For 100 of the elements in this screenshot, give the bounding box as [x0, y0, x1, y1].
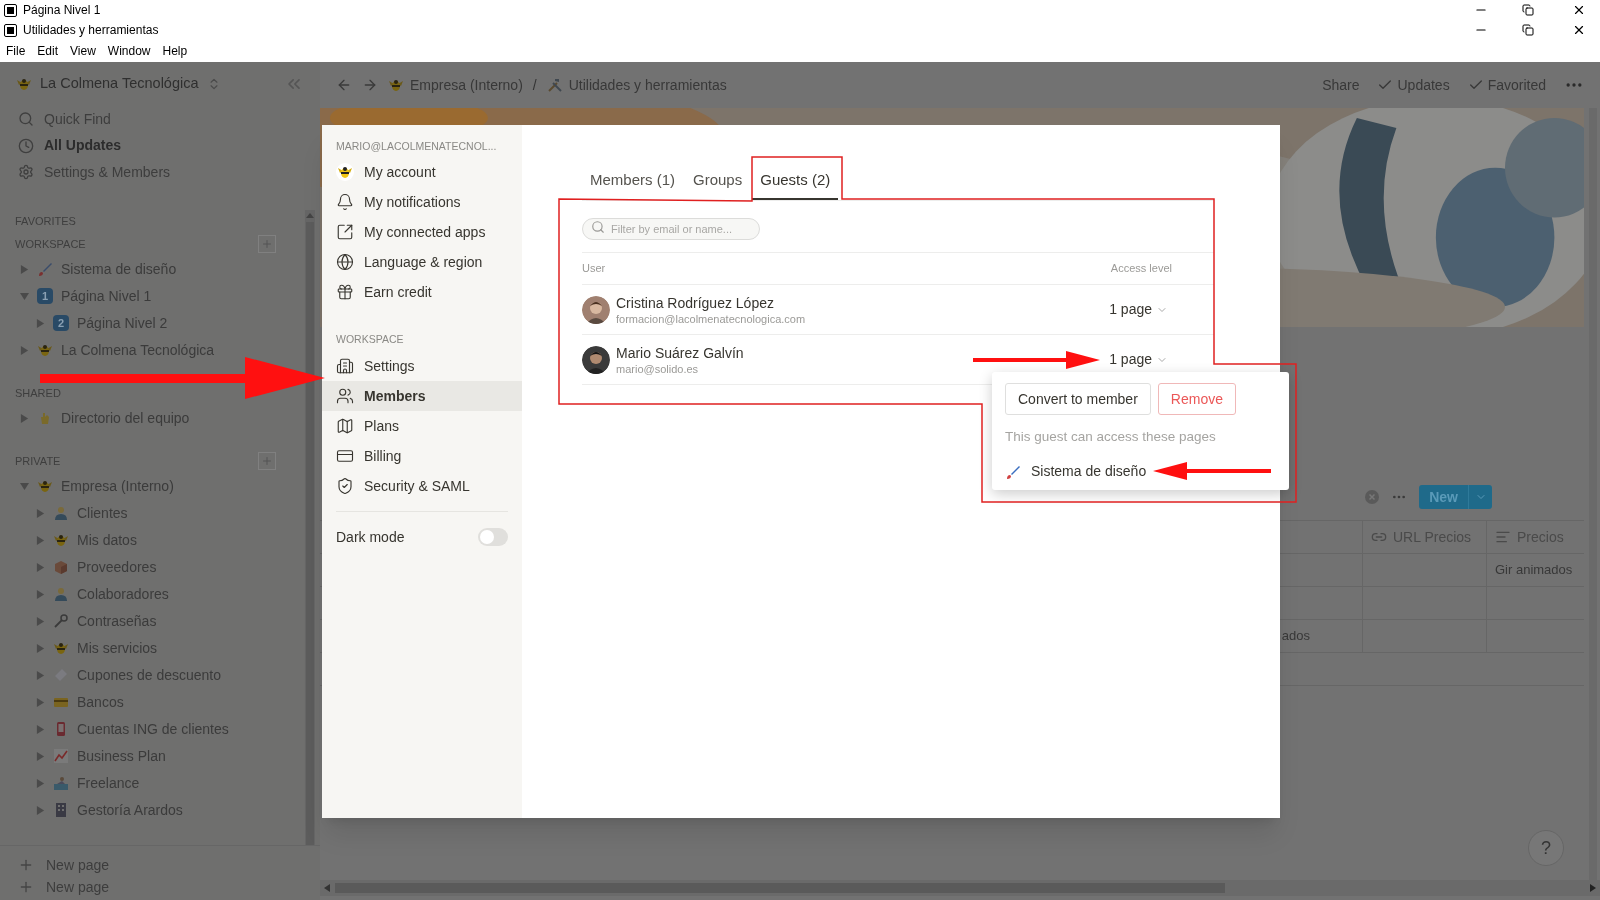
- collapse-icon[interactable]: [20, 481, 29, 491]
- topbar-button[interactable]: Favorited: [1467, 74, 1546, 96]
- menu-item[interactable]: Help: [162, 42, 188, 60]
- menu-item[interactable]: Edit: [37, 42, 59, 60]
- expand-icon[interactable]: [20, 345, 29, 355]
- expand-icon[interactable]: [36, 535, 45, 545]
- sidebar-nav-item[interactable]: All Updates: [0, 132, 320, 159]
- settings-menu-item[interactable]: Settings: [322, 351, 522, 381]
- bee-icon: [53, 532, 69, 548]
- guest-email: formacion@lacolmenatecnologica.com: [616, 311, 806, 326]
- expand-icon[interactable]: [36, 778, 45, 788]
- menu-item[interactable]: File: [6, 42, 26, 60]
- access-hint: This guest can access these pages: [1005, 428, 1217, 446]
- guest-email: mario@solido.es: [616, 361, 699, 376]
- column-header: Access level: [1110, 261, 1172, 277]
- add-page-button[interactable]: [258, 235, 276, 253]
- restore-icon[interactable]: [1522, 4, 1534, 16]
- external-link-icon: [336, 223, 354, 241]
- expand-icon[interactable]: [36, 670, 45, 680]
- settings-menu-item[interactable]: My connected apps: [326, 217, 518, 247]
- expand-icon[interactable]: [36, 616, 45, 626]
- access-level-dropdown[interactable]: 1 page: [1109, 299, 1168, 320]
- breadcrumb-separator: /: [532, 75, 537, 95]
- workspace-name[interactable]: La Colmena Tecnológica: [40, 73, 199, 95]
- scrollbar[interactable]: [305, 209, 315, 845]
- dark-mode-label: Dark mode: [336, 527, 405, 547]
- tab[interactable]: Guests (2): [752, 162, 839, 200]
- expand-icon[interactable]: [36, 589, 45, 599]
- expand-icon[interactable]: [36, 805, 45, 815]
- new-button[interactable]: New: [1419, 485, 1492, 509]
- restore-icon[interactable]: [1522, 24, 1534, 36]
- expand-icon[interactable]: [36, 697, 45, 707]
- topbar-button[interactable]: Share: [1322, 74, 1360, 96]
- settings-menu-item[interactable]: My notifications: [326, 187, 518, 217]
- globe-icon: [336, 253, 354, 271]
- add-page-button[interactable]: [258, 452, 276, 470]
- table-cell-text: ados: [1281, 627, 1310, 646]
- settings-menu-item[interactable]: Members: [322, 381, 522, 411]
- settings-menu-item[interactable]: Earn credit: [326, 277, 518, 307]
- expand-icon[interactable]: [20, 264, 29, 274]
- back-icon[interactable]: [336, 77, 352, 93]
- access-level-dropdown[interactable]: 1 page: [1109, 349, 1168, 370]
- settings-menu-item[interactable]: Plans: [322, 411, 522, 441]
- expand-icon[interactable]: [36, 562, 45, 572]
- expand-icon[interactable]: [36, 643, 45, 653]
- settings-menu-item[interactable]: My account: [326, 157, 518, 187]
- avatar: [582, 295, 610, 324]
- search-icon: [591, 219, 605, 234]
- person-icon: [53, 586, 69, 602]
- expand-icon[interactable]: [36, 751, 45, 761]
- box-icon: [53, 559, 69, 575]
- close-icon[interactable]: [1572, 23, 1586, 37]
- forward-icon[interactable]: [362, 77, 378, 93]
- bee-icon: [37, 342, 53, 358]
- section-label: WORKSPACE: [335, 332, 405, 348]
- page-link[interactable]: Sistema de diseño: [1005, 461, 1276, 483]
- help-button[interactable]: ?: [1528, 830, 1564, 866]
- expand-icon[interactable]: [36, 508, 45, 518]
- menu-item[interactable]: View: [70, 42, 96, 60]
- settings-menu-item[interactable]: Security & SAML: [322, 471, 522, 501]
- tools-icon: [546, 77, 563, 93]
- expand-icon[interactable]: [36, 724, 45, 734]
- collapse-icon[interactable]: [20, 291, 29, 301]
- bee-icon: [336, 163, 354, 181]
- breadcrumb[interactable]: Utilidades y herramientas: [546, 74, 727, 96]
- map-icon: [336, 417, 354, 435]
- expand-icon[interactable]: [36, 318, 45, 328]
- app-icon: [4, 23, 17, 37]
- card-icon: [336, 447, 354, 465]
- clear-icon[interactable]: [1365, 490, 1380, 504]
- menu-item[interactable]: Window: [107, 42, 151, 60]
- tab[interactable]: Members (1): [582, 162, 683, 200]
- guest-name: Mario Suárez Galvín: [616, 343, 744, 362]
- tab[interactable]: Groups: [685, 162, 751, 200]
- horizontal-scrollbar[interactable]: [320, 880, 1600, 896]
- shield-icon: [336, 477, 354, 495]
- scroll-left-icon[interactable]: [324, 884, 331, 892]
- brush-icon: [37, 261, 53, 277]
- brush-icon: [1005, 463, 1021, 480]
- plus-icon: [18, 879, 34, 895]
- scroll-right-icon[interactable]: [1589, 884, 1596, 892]
- dark-mode-toggle[interactable]: [478, 528, 508, 546]
- expand-icon[interactable]: [20, 413, 29, 423]
- filter-field[interactable]: Filter by email or name...: [582, 217, 760, 240]
- building-icon: [53, 802, 69, 818]
- person-icon: [53, 505, 69, 521]
- bee-icon: [388, 77, 404, 93]
- settings-menu-item[interactable]: Language & region: [326, 247, 518, 277]
- app-icon: [4, 3, 17, 17]
- bee-icon: [53, 640, 69, 656]
- number-icon: 1: [37, 288, 53, 304]
- settings-menu-item[interactable]: Billing: [322, 441, 522, 471]
- scroll-up-icon[interactable]: [306, 211, 314, 220]
- close-icon[interactable]: [1572, 3, 1586, 17]
- breadcrumb[interactable]: Empresa (Interno): [388, 74, 523, 96]
- wave-icon: [53, 775, 69, 791]
- avatar: [582, 345, 610, 374]
- convert-button[interactable]: Convert to member: [1005, 383, 1151, 415]
- remove-button[interactable]: Remove: [1157, 383, 1236, 415]
- topbar-button[interactable]: Updates: [1377, 74, 1450, 96]
